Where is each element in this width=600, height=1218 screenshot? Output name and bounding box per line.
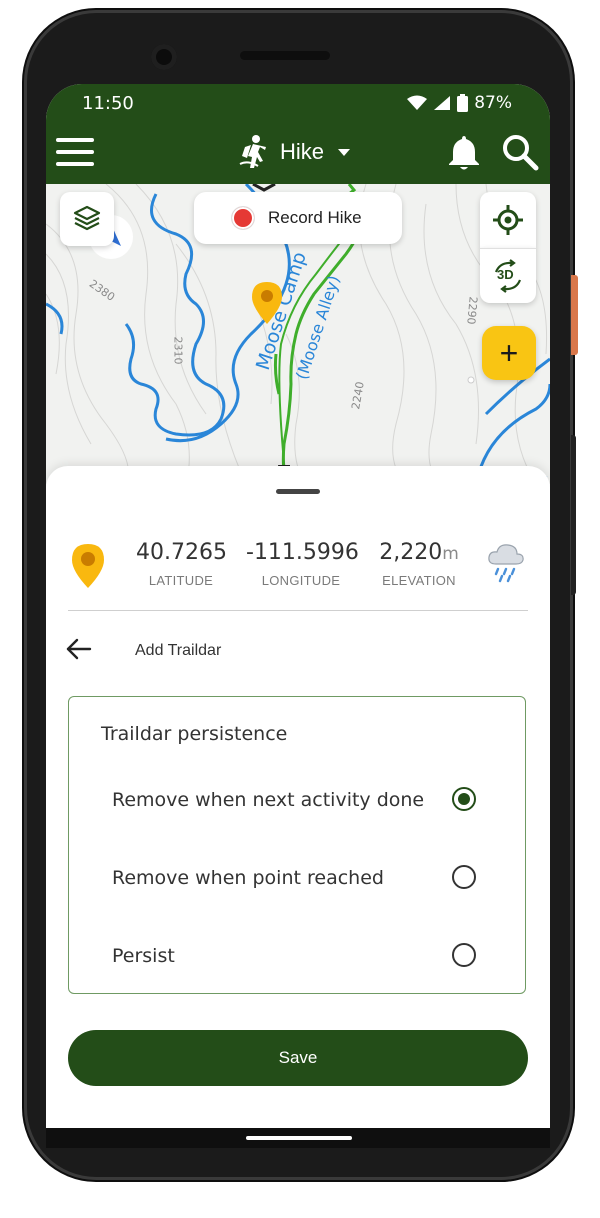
notifications-button[interactable] xyxy=(446,134,482,177)
status-icons: 87% xyxy=(407,93,512,113)
activity-selector[interactable]: Hike xyxy=(236,134,351,170)
option-remove-when-reached[interactable]: Remove when point reached xyxy=(69,853,525,909)
front-camera xyxy=(151,44,177,70)
divider xyxy=(68,610,528,611)
option-persist[interactable]: Persist xyxy=(69,931,525,987)
radio-unselected[interactable] xyxy=(452,943,476,967)
longitude: -111.5996 LONGITUDE xyxy=(246,540,359,588)
toggle-3d-button[interactable]: 3D xyxy=(480,248,536,303)
elevation-label: ELEVATION xyxy=(382,573,456,588)
weather-rain-icon xyxy=(488,544,524,583)
save-button[interactable]: Save xyxy=(68,1030,528,1086)
status-time: 11:50 xyxy=(82,93,134,114)
bottom-sheet: 40.7265 LATITUDE -111.5996 LONGITUDE 2,2… xyxy=(46,466,550,1128)
screen: 11:50 87% Hike 2380 2310 2240 2290 Moose… xyxy=(46,84,550,1128)
elevation-unit: m xyxy=(442,544,459,564)
record-icon xyxy=(232,207,254,229)
layers-button[interactable] xyxy=(60,192,114,246)
activity-label: Hike xyxy=(280,139,325,164)
persistence-panel: Traildar persistence Remove when next ac… xyxy=(68,696,526,994)
option-label: Remove when next activity done xyxy=(112,789,425,811)
arrow-left-icon xyxy=(66,638,92,660)
sheet-title: Add Traildar xyxy=(135,642,222,659)
3d-label: 3D xyxy=(497,267,514,282)
elevation-reading: 2,220m xyxy=(372,540,466,565)
cellular-icon xyxy=(434,96,451,110)
radio-unselected[interactable] xyxy=(452,865,476,889)
contour-label: 2290 xyxy=(464,295,480,326)
back-button[interactable] xyxy=(64,634,94,664)
longitude-value: -111.5996 xyxy=(246,540,359,565)
option-label: Persist xyxy=(112,945,175,967)
search-icon xyxy=(503,135,539,171)
my-location-button[interactable] xyxy=(480,192,536,248)
home-indicator[interactable] xyxy=(246,1136,352,1140)
latitude-value: 40.7265 xyxy=(136,540,227,565)
status-bar: 11:50 87% xyxy=(46,84,550,120)
power-button xyxy=(571,275,578,355)
elevation-value: 2,220 xyxy=(379,540,443,565)
radio-selected[interactable] xyxy=(452,787,476,811)
location-pin-icon xyxy=(72,544,104,588)
panel-title: Traildar persistence xyxy=(101,723,288,745)
battery-level: 87% xyxy=(474,93,512,113)
search-button[interactable] xyxy=(500,132,540,177)
map-pin-icon xyxy=(252,282,282,324)
elevation: 2,220m ELEVATION xyxy=(372,540,466,588)
menu-button[interactable] xyxy=(56,138,94,168)
chevron-down-icon xyxy=(338,148,351,156)
menu-icon xyxy=(56,138,94,142)
add-button[interactable]: + xyxy=(482,326,536,380)
layers-icon xyxy=(73,205,101,231)
longitude-label: LONGITUDE xyxy=(261,573,341,588)
option-label: Remove when point reached xyxy=(112,867,384,889)
map-view[interactable]: 2380 2310 2240 2290 Moose Camp (Moose Al… xyxy=(46,184,550,484)
wifi-icon xyxy=(407,95,428,110)
battery-icon xyxy=(457,94,469,112)
crosshair-icon xyxy=(493,205,523,235)
coordinates-row: 40.7265 LATITUDE -111.5996 LONGITUDE 2,2… xyxy=(46,526,550,606)
bell-icon xyxy=(449,136,479,170)
latitude-label: LATITUDE xyxy=(148,573,214,588)
app-bar: Hike xyxy=(46,120,550,184)
record-hike-button[interactable]: Record Hike xyxy=(194,192,402,244)
hiker-icon xyxy=(239,135,266,168)
earpiece-speaker xyxy=(240,51,330,60)
plus-icon: + xyxy=(499,334,519,371)
menu-icon-line xyxy=(56,150,94,154)
latitude: 40.7265 LATITUDE xyxy=(136,540,227,588)
option-remove-after-activity[interactable]: Remove when next activity done xyxy=(69,775,525,831)
sheet-drag-handle[interactable] xyxy=(276,489,320,494)
weather-button[interactable] xyxy=(486,540,526,589)
record-hike-label: Record Hike xyxy=(268,208,362,227)
contour-label: 2310 xyxy=(171,336,185,365)
volume-button xyxy=(571,435,576,595)
menu-icon-line xyxy=(56,162,94,166)
